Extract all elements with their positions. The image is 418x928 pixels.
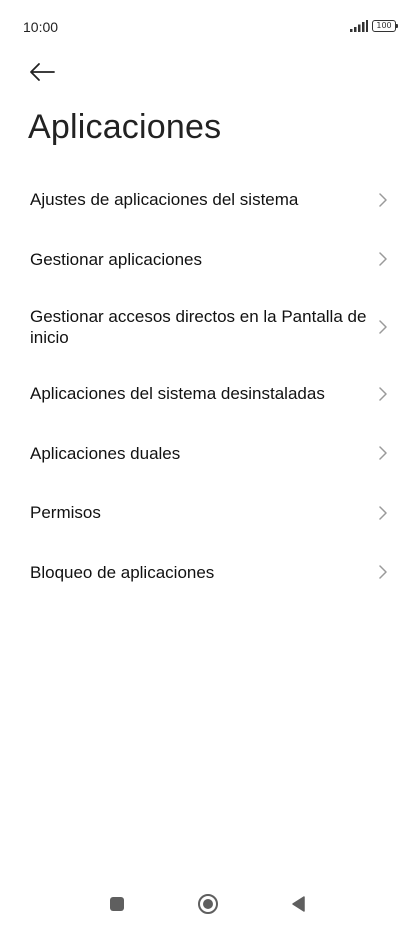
signal-icon — [350, 20, 368, 32]
menu-item-label: Gestionar aplicaciones — [30, 249, 202, 269]
recents-square-icon — [110, 897, 124, 911]
page-title: Aplicaciones — [28, 108, 222, 146]
arrow-left-icon — [30, 63, 55, 81]
home-circle-icon — [198, 894, 218, 914]
home-button[interactable] — [196, 892, 220, 916]
back-triangle-icon — [292, 896, 305, 912]
menu-item-manage-apps[interactable]: Gestionar aplicaciones — [0, 230, 418, 290]
menu-item-label: Bloqueo de aplicaciones — [30, 562, 215, 582]
menu-item-label: Aplicaciones del sistema desinstaladas — [30, 384, 325, 404]
chevron-right-icon — [379, 446, 387, 460]
chevron-right-icon — [379, 252, 387, 266]
recents-button[interactable] — [105, 892, 129, 916]
nav-back-button[interactable] — [286, 892, 310, 916]
status-bar: 10:00 100 — [0, 0, 418, 50]
status-icons: 100 — [350, 20, 398, 32]
menu-item-dual-apps[interactable]: Aplicaciones duales — [0, 424, 418, 484]
menu-item-label: Gestionar accesos directos en la Pantall… — [30, 306, 367, 347]
battery-level: 100 — [376, 21, 392, 30]
chevron-right-icon — [379, 565, 387, 579]
chevron-right-icon — [379, 387, 387, 401]
menu-item-system-app-settings[interactable]: Ajustes de aplicaciones del sistema — [0, 170, 418, 230]
menu-item-permissions[interactable]: Permisos — [0, 483, 418, 543]
status-time: 10:00 — [23, 19, 59, 35]
menu-item-label: Permisos — [30, 503, 101, 523]
settings-screen: 10:00 100 Aplicaciones Ajustes de aplica… — [0, 0, 418, 928]
chevron-right-icon — [379, 319, 387, 334]
menu-item-home-shortcuts[interactable]: Gestionar accesos directos en la Pantall… — [0, 289, 418, 364]
chevron-right-icon — [379, 193, 387, 207]
battery-icon: 100 — [372, 20, 398, 32]
menu-item-uninstalled-system-apps[interactable]: Aplicaciones del sistema desinstaladas — [0, 364, 418, 424]
chevron-right-icon — [379, 506, 387, 520]
back-button[interactable] — [26, 58, 58, 86]
navigation-bar — [0, 880, 418, 928]
menu-list: Ajustes de aplicaciones del sistema Gest… — [0, 170, 418, 602]
menu-item-label: Ajustes de aplicaciones del sistema — [30, 190, 299, 210]
menu-item-label: Aplicaciones duales — [30, 443, 181, 463]
menu-item-app-lock[interactable]: Bloqueo de aplicaciones — [0, 543, 418, 603]
